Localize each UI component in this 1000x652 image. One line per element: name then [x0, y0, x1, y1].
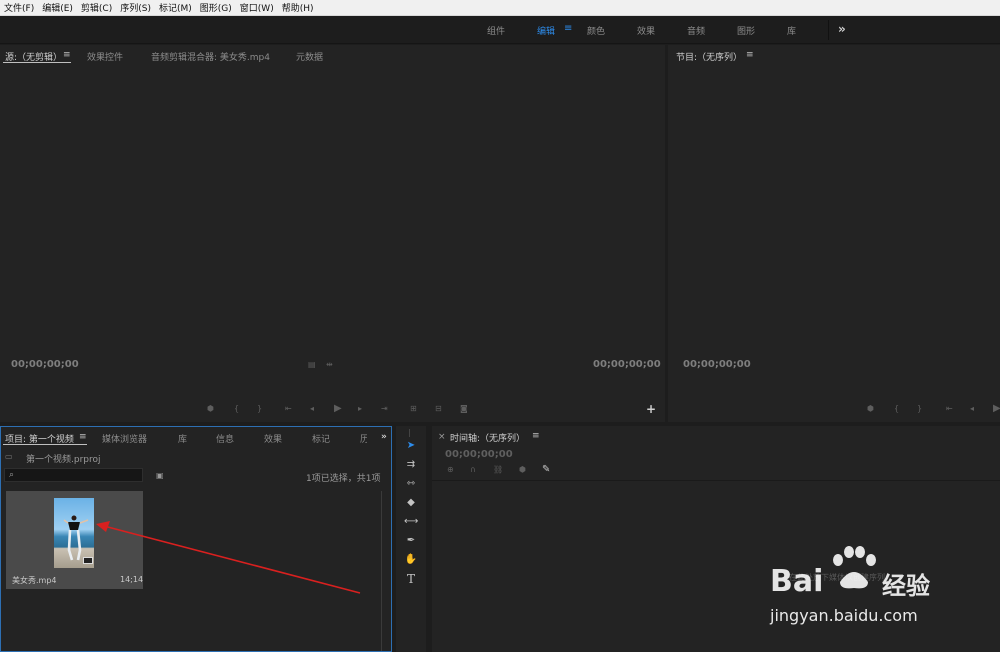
watermark-brand-tail: 经验 [882, 572, 930, 600]
baidu-paw-logo [833, 546, 876, 589]
watermark-url: jingyan.baidu.com [770, 606, 918, 625]
baidu-watermark: Bai 经验 jingyan.baidu.com [770, 542, 1000, 632]
watermark-brand: Bai [770, 564, 824, 599]
